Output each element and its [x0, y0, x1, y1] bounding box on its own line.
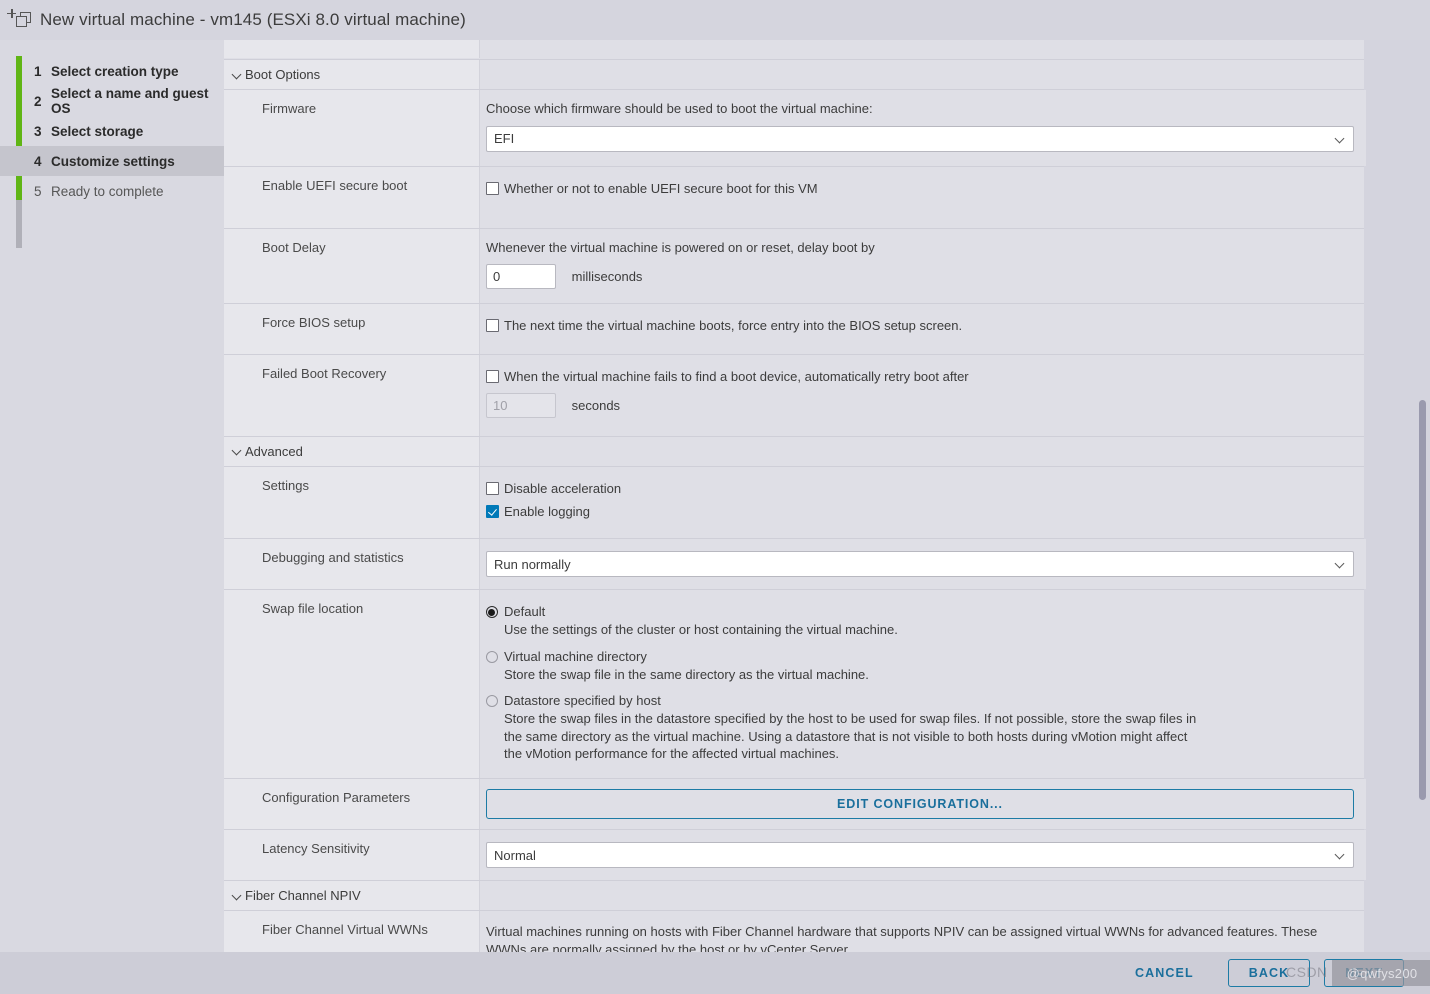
settings-table: Boot Options Firmware Choose which firmw…: [224, 40, 1366, 952]
row-label-advanced-settings: Settings: [224, 466, 480, 539]
settings-row-boot-delay: Boot Delay Whenever the virtual machine …: [224, 228, 1364, 305]
wizard-step-select-name-and-guest-os[interactable]: 2 Select a name and guest OS: [0, 86, 224, 116]
row-label-firmware: Firmware: [224, 90, 480, 166]
step-number: 1: [34, 63, 42, 79]
wizard-step-ready-to-complete[interactable]: 5 Ready to complete: [0, 176, 224, 206]
enable-logging-label: Enable logging: [504, 504, 591, 520]
section-header-boot-options[interactable]: Boot Options: [224, 60, 1364, 90]
row-label-swap-file-location: Swap file location: [224, 590, 480, 779]
failed-boot-recovery-seconds-input[interactable]: [486, 392, 556, 418]
swap-option-default[interactable]: Default Use the settings of the cluster …: [486, 604, 1352, 638]
step-number: 4: [34, 153, 42, 169]
chevron-down-icon: [232, 70, 242, 80]
settings-row-advanced-settings: Settings Disable acceleration Enable log…: [224, 466, 1364, 540]
swap-vm-directory-description: Store the swap file in the same director…: [504, 666, 869, 682]
settings-scroll-region: Boot Options Firmware Choose which firmw…: [224, 40, 1406, 952]
wizard-step-select-storage[interactable]: 3 Select storage: [0, 116, 224, 146]
firmware-description: Choose which firmware should be used to …: [486, 101, 873, 116]
dialog-titlebar: New virtual machine - vm145 (ESXi 8.0 vi…: [0, 0, 1430, 40]
cancel-button[interactable]: CANCEL: [1115, 959, 1214, 987]
section-header-fiber-channel-npiv[interactable]: Fiber Channel NPIV: [224, 881, 1364, 912]
edit-configuration-button[interactable]: EDIT CONFIGURATION...: [486, 789, 1354, 820]
dialog-title: New virtual machine - vm145 (ESXi 8.0 vi…: [40, 10, 466, 29]
swap-default-description: Use the settings of the cluster or host …: [504, 622, 898, 638]
firmware-select[interactable]: EFI: [486, 125, 1354, 152]
wizard-step-select-creation-type[interactable]: 1 Select creation type: [0, 56, 224, 86]
swap-vm-directory-radio[interactable]: [486, 650, 498, 663]
row-label-latency-sensitivity: Latency Sensitivity: [224, 830, 480, 881]
boot-delay-description: Whenever the virtual machine is powered …: [486, 239, 875, 255]
back-button[interactable]: BACK: [1227, 959, 1311, 987]
section-title: Fiber Channel NPIV: [245, 888, 361, 904]
settings-row-fiber-channel-virtual-wwns: Fiber Channel Virtual WWNs Virtual machi…: [224, 911, 1364, 952]
failed-boot-recovery-label: When the virtual machine fails to find a…: [504, 368, 969, 384]
dialog-footer: CANCEL BACK NEXT: [0, 952, 1430, 994]
wizard-step-nav: 1 Select creation type 2 Select a name a…: [0, 40, 224, 952]
swap-file-location-radio-group: Default Use the settings of the cluster …: [486, 604, 1352, 762]
row-label-failed-boot-recovery: Failed Boot Recovery: [224, 354, 480, 436]
step-label: Select a name and guest OS: [51, 86, 209, 116]
swap-default-title: Default: [504, 604, 546, 620]
new-vm-icon: [7, 9, 34, 31]
settings-row-swap-file-location: Swap file location Default Use the setti…: [224, 590, 1364, 780]
settings-pane: Boot Options Firmware Choose which firmw…: [224, 40, 1430, 952]
settings-row-firmware: Firmware Choose which firmware should be…: [224, 90, 1366, 167]
swap-datastore-by-host-description: Store the swap files in the datastore sp…: [504, 711, 1197, 761]
chevron-down-icon: [232, 891, 242, 901]
row-label-force-bios-setup: Force BIOS setup: [224, 304, 480, 354]
section-title: Advanced: [245, 443, 303, 459]
swap-datastore-by-host-radio[interactable]: [486, 695, 498, 708]
settings-row-partial-top: [224, 40, 1364, 60]
latency-sensitivity-select[interactable]: Normal: [486, 842, 1354, 869]
swap-default-radio[interactable]: [486, 606, 498, 619]
fiber-channel-description: Virtual machines running on hosts with F…: [486, 924, 1318, 952]
settings-row-latency-sensitivity: Latency Sensitivity Normal: [224, 830, 1366, 882]
settings-row-force-bios-setup: Force BIOS setup The next time the virtu…: [224, 304, 1364, 355]
new-vm-wizard-dialog: New virtual machine - vm145 (ESXi 8.0 vi…: [0, 0, 1430, 994]
row-label-configuration-parameters: Configuration Parameters: [224, 779, 480, 830]
step-number: 5: [34, 183, 42, 199]
step-label: Customize settings: [51, 153, 175, 169]
row-label-uefi-secure-boot: Enable UEFI secure boot: [224, 166, 480, 228]
settings-row-uefi-secure-boot: Enable UEFI secure boot Whether or not t…: [224, 166, 1364, 229]
boot-delay-input[interactable]: [486, 264, 556, 290]
disable-acceleration-checkbox[interactable]: [486, 481, 499, 495]
swap-option-datastore-by-host[interactable]: Datastore specified by host Store the sw…: [486, 693, 1352, 762]
dialog-body: 1 Select creation type 2 Select a name a…: [0, 40, 1430, 952]
enable-logging-checkbox[interactable]: [486, 505, 499, 519]
settings-vertical-scrollbar[interactable]: [1416, 40, 1430, 952]
swap-vm-directory-title: Virtual machine directory: [504, 648, 647, 664]
failed-boot-recovery-checkbox[interactable]: [486, 369, 499, 383]
disable-acceleration-label: Disable acceleration: [504, 480, 622, 496]
section-header-advanced[interactable]: Advanced: [224, 436, 1364, 467]
swap-option-vm-directory[interactable]: Virtual machine directory Store the swap…: [486, 649, 1352, 683]
step-label: Select creation type: [51, 63, 179, 79]
swap-datastore-by-host-title: Datastore specified by host: [504, 693, 661, 709]
next-button[interactable]: NEXT: [1324, 959, 1404, 987]
uefi-secure-boot-label: Whether or not to enable UEFI secure boo…: [504, 180, 818, 196]
step-label: Select storage: [51, 123, 144, 139]
settings-row-failed-boot-recovery: Failed Boot Recovery When the virtual ma…: [224, 354, 1364, 437]
force-bios-setup-checkbox[interactable]: [486, 319, 499, 333]
chevron-down-icon: [232, 446, 242, 456]
step-label: Ready to complete: [51, 183, 164, 199]
section-title: Boot Options: [245, 67, 321, 82]
settings-row-debugging-statistics: Debugging and statistics Run normally: [224, 539, 1366, 591]
failed-boot-recovery-unit: seconds: [571, 397, 621, 413]
row-label-debugging-statistics: Debugging and statistics: [224, 539, 480, 590]
settings-row-configuration-parameters: Configuration Parameters EDIT CONFIGURAT…: [224, 779, 1366, 831]
row-label-fiber-channel-virtual-wwns: Fiber Channel Virtual WWNs: [224, 911, 480, 952]
boot-delay-unit: milliseconds: [571, 269, 643, 285]
step-number: 2: [34, 93, 42, 109]
wizard-step-customize-settings[interactable]: 4 Customize settings: [0, 146, 224, 176]
row-label-boot-delay: Boot Delay: [224, 228, 480, 304]
debugging-statistics-select[interactable]: Run normally: [486, 551, 1354, 578]
scrollbar-thumb[interactable]: [1419, 400, 1426, 800]
step-number: 3: [34, 123, 42, 139]
force-bios-setup-label: The next time the virtual machine boots,…: [504, 318, 963, 334]
uefi-secure-boot-checkbox[interactable]: [486, 181, 499, 195]
